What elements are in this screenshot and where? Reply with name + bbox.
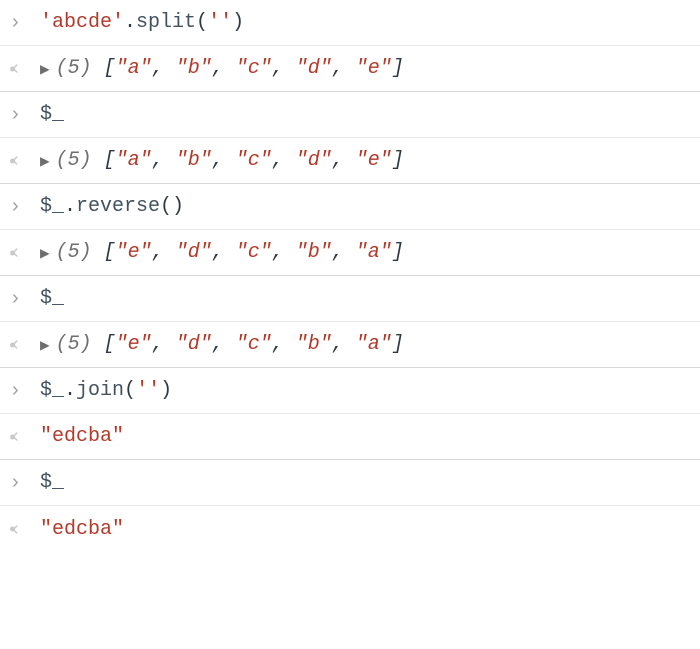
prompt-input-icon: › xyxy=(8,287,40,310)
console-input-row[interactable]: ›$_ xyxy=(0,460,700,506)
console-output-row: ‹▶(5) ["a", "b", "c", "d", "e"] xyxy=(0,46,700,92)
prompt-output-icon: ‹ xyxy=(8,241,40,264)
console-log: ›'abcde'.split('')‹▶(5) ["a", "b", "c", … xyxy=(0,0,700,552)
console-input-code: $_ xyxy=(40,471,692,494)
console-input-row[interactable]: ›'abcde'.split('') xyxy=(0,0,700,46)
prompt-output-icon: ‹ xyxy=(8,149,40,172)
prompt-input-icon: › xyxy=(8,471,40,494)
console-input-row[interactable]: ›$_.join('') xyxy=(0,368,700,414)
prompt-output-icon: ‹ xyxy=(8,425,40,448)
console-output-value: ▶(5) ["e", "d", "c", "b", "a"] xyxy=(40,333,692,356)
expand-icon[interactable]: ▶ xyxy=(40,151,50,171)
array-length: (5) xyxy=(56,241,104,264)
prompt-output-icon: ‹ xyxy=(8,57,40,80)
console-input-code: 'abcde'.split('') xyxy=(40,11,692,34)
prompt-input-icon: › xyxy=(8,195,40,218)
console-output-value: ▶(5) ["a", "b", "c", "d", "e"] xyxy=(40,149,692,172)
console-input-code: $_ xyxy=(40,287,692,310)
array-length: (5) xyxy=(56,57,104,80)
console-output-row: ‹"edcba" xyxy=(0,414,700,460)
console-output-value: ▶(5) ["a", "b", "c", "d", "e"] xyxy=(40,57,692,80)
console-input-code: $_.reverse() xyxy=(40,195,692,218)
console-input-code: $_.join('') xyxy=(40,379,692,402)
prompt-output-icon: ‹ xyxy=(8,518,40,541)
prompt-output-icon: ‹ xyxy=(8,333,40,356)
console-input-row[interactable]: ›$_.reverse() xyxy=(0,184,700,230)
console-output-value: "edcba" xyxy=(40,425,692,448)
console-output-value: ▶(5) ["e", "d", "c", "b", "a"] xyxy=(40,241,692,264)
expand-icon[interactable]: ▶ xyxy=(40,243,50,263)
console-output-row: ‹"edcba" xyxy=(0,506,700,552)
expand-icon[interactable]: ▶ xyxy=(40,59,50,79)
console-input-row[interactable]: ›$_ xyxy=(0,276,700,322)
console-output-row: ‹▶(5) ["a", "b", "c", "d", "e"] xyxy=(0,138,700,184)
expand-icon[interactable]: ▶ xyxy=(40,335,50,355)
console-input-row[interactable]: ›$_ xyxy=(0,92,700,138)
prompt-input-icon: › xyxy=(8,379,40,402)
console-output-row: ‹▶(5) ["e", "d", "c", "b", "a"] xyxy=(0,322,700,368)
prompt-input-icon: › xyxy=(8,11,40,34)
console-output-value: "edcba" xyxy=(40,518,692,541)
console-input-code: $_ xyxy=(40,103,692,126)
console-output-row: ‹▶(5) ["e", "d", "c", "b", "a"] xyxy=(0,230,700,276)
array-length: (5) xyxy=(56,333,104,356)
prompt-input-icon: › xyxy=(8,103,40,126)
array-length: (5) xyxy=(56,149,104,172)
